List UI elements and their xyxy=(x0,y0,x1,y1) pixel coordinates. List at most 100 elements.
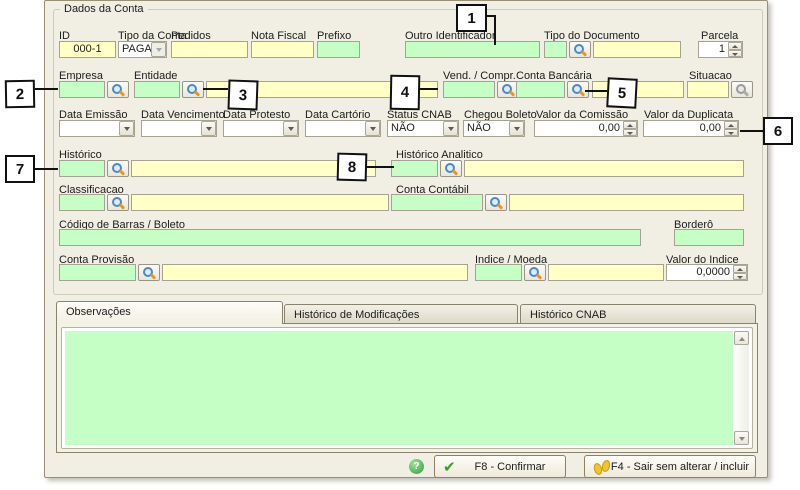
spinner-buttons[interactable] xyxy=(623,121,637,136)
data-emissao-select[interactable] xyxy=(59,120,135,137)
f8-confirmar-button[interactable]: ✔ F8 - Confirmar xyxy=(434,455,566,478)
chevron-down-icon xyxy=(119,121,134,136)
callout-3: 3 xyxy=(227,79,258,110)
search-icon xyxy=(111,196,125,210)
valor-comissao-value: 0,00 xyxy=(535,121,623,136)
tipo-da-conta-select[interactable]: PAGAR xyxy=(118,41,167,58)
status-cnab-value: NÃO xyxy=(388,121,443,136)
conta-bancaria-code-field[interactable] xyxy=(516,81,565,98)
empresa-code-field[interactable] xyxy=(59,81,105,98)
check-icon: ✔ xyxy=(443,458,456,476)
search-icon xyxy=(186,83,200,97)
callout-8: 8 xyxy=(337,153,368,182)
classificacao-desc-field[interactable] xyxy=(131,194,389,211)
f4-sair-button[interactable]: F4 - Sair sem alterar / incluir xyxy=(584,455,756,478)
callout-line-8 xyxy=(367,166,394,168)
callout-line-3 xyxy=(203,88,228,90)
chevron-down-icon xyxy=(365,121,380,136)
empresa-search-button[interactable] xyxy=(107,81,129,98)
chevron-up-icon xyxy=(739,337,745,341)
valor-indice-value: 0,0000 xyxy=(667,265,733,280)
situacao-field[interactable] xyxy=(687,81,729,98)
callout-line-7 xyxy=(35,168,58,170)
valor-duplicata-value: 0,00 xyxy=(644,121,724,136)
situacao-search-button[interactable] xyxy=(731,81,753,98)
historico-analitico-search-button[interactable] xyxy=(440,160,462,177)
scroll-down-button[interactable] xyxy=(734,431,749,445)
conta-contabil-desc-field[interactable] xyxy=(509,194,744,211)
historico-analitico-desc-field[interactable] xyxy=(464,160,744,177)
indice-moeda-code-field[interactable] xyxy=(475,264,522,281)
indice-moeda-desc-field[interactable] xyxy=(548,264,664,281)
chevron-down-icon xyxy=(443,121,458,136)
valor-comissao-stepper[interactable]: 0,00 xyxy=(534,120,638,137)
historico-analitico-code-field[interactable] xyxy=(391,160,438,177)
tab-historico-cnab[interactable]: Histórico CNAB xyxy=(520,304,756,324)
observacoes-textarea-frame xyxy=(61,327,753,449)
historico-search-button[interactable] xyxy=(107,160,129,177)
conta-provisao-desc-field[interactable] xyxy=(162,264,468,281)
search-icon xyxy=(528,266,542,280)
tipo-do-documento-code-field[interactable] xyxy=(544,41,567,58)
search-icon xyxy=(142,266,156,280)
conta-contabil-search-button[interactable] xyxy=(485,194,507,211)
observacoes-textarea[interactable] xyxy=(65,331,733,445)
data-vencimento-select[interactable] xyxy=(141,120,217,137)
parcela-stepper[interactable]: 1 xyxy=(698,41,743,58)
classificacao-code-field[interactable] xyxy=(59,194,105,211)
conta-contabil-code-field[interactable] xyxy=(391,194,483,211)
group-title: Dados da Conta xyxy=(60,3,148,15)
historico-code-field[interactable] xyxy=(59,160,105,177)
spinner-buttons[interactable] xyxy=(733,265,747,280)
scrollbar[interactable] xyxy=(734,331,749,445)
callout-4: 4 xyxy=(390,75,421,111)
conta-provisao-search-button[interactable] xyxy=(138,264,160,281)
chevron-down-icon xyxy=(509,121,524,136)
codigo-barras-field[interactable] xyxy=(59,229,641,246)
f8-confirmar-label: F8 - Confirmar xyxy=(459,461,561,473)
id-field[interactable]: 000-1 xyxy=(59,41,116,58)
data-protesto-select[interactable] xyxy=(223,120,299,137)
search-icon xyxy=(111,83,125,97)
spinner-buttons[interactable] xyxy=(728,42,742,57)
valor-indice-stepper[interactable]: 0,0000 xyxy=(666,264,748,281)
chegou-boleto-select[interactable]: NÃO xyxy=(463,120,525,137)
chegou-boleto-value: NÃO xyxy=(464,121,509,136)
data-cartorio-select[interactable] xyxy=(305,120,381,137)
help-icon[interactable]: ? xyxy=(409,459,424,474)
bordero-field[interactable] xyxy=(674,229,744,246)
callout-6: 6 xyxy=(763,117,793,145)
search-icon xyxy=(501,83,515,97)
conta-provisao-code-field[interactable] xyxy=(59,264,136,281)
vend-compr-code-field[interactable] xyxy=(443,81,495,98)
f4-sair-label: F4 - Sair sem alterar / incluir xyxy=(609,461,751,473)
search-icon xyxy=(111,162,125,176)
entidade-code-field[interactable] xyxy=(134,81,180,98)
search-icon xyxy=(444,162,458,176)
pedidos-field[interactable] xyxy=(171,41,248,58)
tipo-do-documento-search-button[interactable] xyxy=(569,41,591,58)
outro-identificador-field[interactable] xyxy=(405,41,540,58)
screenshot-stage: Dados da Conta ID 000-1 Tipo da Conta PA… xyxy=(0,0,800,490)
tab-historico-modificacoes[interactable]: Histórico de Modificações xyxy=(284,304,518,324)
tipo-da-conta-value: PAGAR xyxy=(119,42,151,57)
callout-1: 1 xyxy=(456,4,487,32)
status-cnab-select[interactable]: NÃO xyxy=(387,120,459,137)
callout-2: 2 xyxy=(5,80,35,109)
spinner-buttons[interactable] xyxy=(724,121,738,136)
indice-moeda-search-button[interactable] xyxy=(524,264,546,281)
tipo-do-documento-desc-field[interactable] xyxy=(593,41,681,58)
callout-5: 5 xyxy=(606,77,638,109)
tab-observacoes[interactable]: Observações xyxy=(56,301,283,324)
entidade-search-button[interactable] xyxy=(182,81,204,98)
search-icon xyxy=(489,196,503,210)
dados-da-conta-dialog: Dados da Conta ID 000-1 Tipo da Conta PA… xyxy=(44,0,768,478)
search-icon xyxy=(571,83,585,97)
nota-fiscal-field[interactable] xyxy=(251,41,314,58)
callout-line-6 xyxy=(740,130,763,132)
valor-duplicata-stepper[interactable]: 0,00 xyxy=(643,120,739,137)
classificacao-search-button[interactable] xyxy=(107,194,129,211)
parcela-value: 1 xyxy=(699,42,728,57)
scroll-up-button[interactable] xyxy=(734,331,749,345)
prefixo-field[interactable] xyxy=(317,41,360,58)
